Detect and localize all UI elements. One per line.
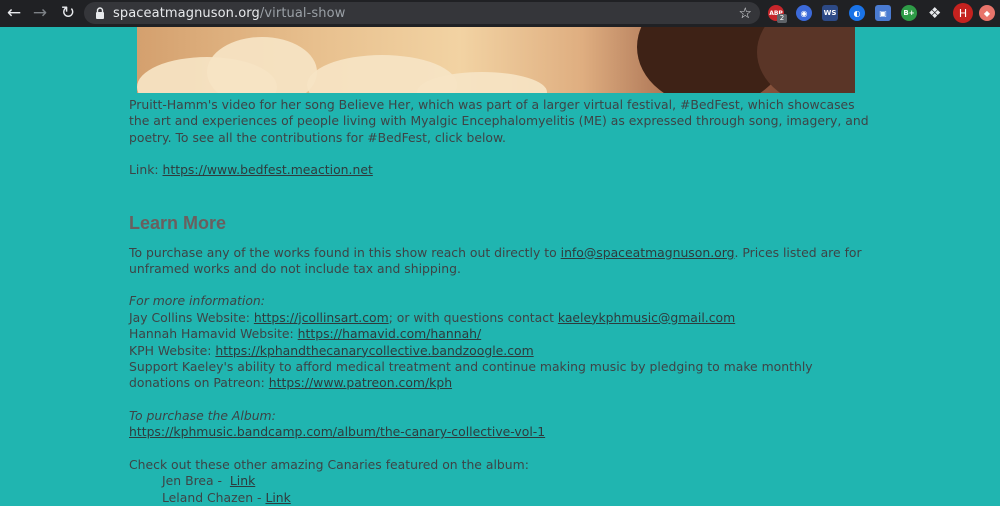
browser-toolbar: ← → ↻ spaceatmagnuson.org/virtual-show ☆… (0, 0, 1000, 27)
bedfest-link[interactable]: https://www.bedfest.meaction.net (163, 162, 373, 177)
adblock-badge: 2 (777, 14, 787, 23)
extension-5-icon[interactable]: ▣ (875, 5, 891, 21)
canary-name: Jen Brea - (162, 473, 230, 489)
extension-2-icon[interactable]: ◉ (796, 5, 812, 21)
back-arrow-icon[interactable]: ← (3, 3, 25, 25)
album-heading: To purchase the Album: (129, 407, 276, 423)
learn-more-heading: Learn More (129, 212, 227, 233)
hero-image (137, 27, 855, 93)
extension-4-icon[interactable]: ◐ (849, 5, 865, 21)
bookmark-star-icon[interactable]: ☆ (739, 4, 752, 22)
forward-arrow-icon[interactable]: → (29, 3, 51, 25)
jay-prefix: Jay Collins Website: (129, 309, 254, 325)
jay-collins-line: Jay Collins Website: https://jcollinsart… (129, 310, 869, 326)
canary-link[interactable]: Link (230, 473, 255, 488)
support-text: Support Kaeley's ability to afford medic… (129, 359, 813, 391)
address-bar[interactable]: spaceatmagnuson.org/virtual-show ☆ (84, 2, 760, 24)
lock-icon (93, 6, 107, 20)
main-content: Pruitt-Hamm's video for her song Believe… (129, 97, 869, 506)
reload-icon[interactable]: ↻ (57, 3, 79, 25)
canaries-text: Check out these other amazing Canaries f… (129, 456, 529, 472)
purchase-text: To purchase any of the works found in th… (129, 244, 561, 260)
canary-name: Leland Chazen - (162, 489, 266, 505)
more-info-heading: For more information: (129, 293, 265, 309)
kph-website-link[interactable]: https://kphandthecanarycollective.bandzo… (215, 343, 533, 358)
jay-middle: ; or with questions contact (388, 309, 558, 325)
canary-item: Leland Chazen - Link (129, 490, 869, 506)
kaeley-email-link[interactable]: kaeleykphmusic@gmail.com (558, 310, 735, 325)
hannah-website-link[interactable]: https://hamavid.com/hannah/ (298, 326, 482, 341)
url-domain: spaceatmagnuson.org (113, 5, 260, 21)
cloud-shape (207, 37, 317, 93)
canary-item: Jen Brea - Link (129, 473, 869, 489)
url-path: /virtual-show (259, 5, 346, 21)
intro-paragraph: Pruitt-Hamm's video for her song Believe… (129, 97, 869, 145)
extensions-puzzle-icon[interactable]: ❖ (928, 4, 941, 22)
jay-website-link[interactable]: https://jcollinsart.com (254, 310, 389, 325)
purchase-email-link[interactable]: info@spaceatmagnuson.org (561, 245, 735, 260)
hannah-prefix: Hannah Hamavid Website: (129, 326, 298, 342)
bedfest-link-line: Link: https://www.bedfest.meaction.net (129, 162, 869, 178)
album-line: https://kphmusic.bandcamp.com/album/the-… (129, 424, 869, 440)
patreon-link[interactable]: https://www.patreon.com/kph (269, 375, 452, 390)
album-link[interactable]: https://kphmusic.bandcamp.com/album/the-… (129, 424, 545, 439)
purchase-paragraph: To purchase any of the works found in th… (129, 245, 869, 278)
hair-shape (757, 27, 855, 93)
kph-prefix: KPH Website: (129, 342, 216, 358)
profile-avatar[interactable]: H (953, 3, 973, 23)
url-text: spaceatmagnuson.org/virtual-show (113, 6, 345, 21)
support-line: Support Kaeley's ability to afford medic… (129, 359, 869, 392)
link-label: Link: (129, 162, 163, 178)
extension-6-icon[interactable]: B+ (901, 5, 917, 21)
canary-link[interactable]: Link (265, 490, 290, 505)
kph-line: KPH Website: https://kphandthecanarycoll… (129, 343, 869, 359)
extension-7-icon[interactable]: ◆ (979, 5, 995, 21)
hannah-line: Hannah Hamavid Website: https://hamavid.… (129, 326, 869, 342)
extension-3-icon[interactable]: WS (822, 5, 838, 21)
